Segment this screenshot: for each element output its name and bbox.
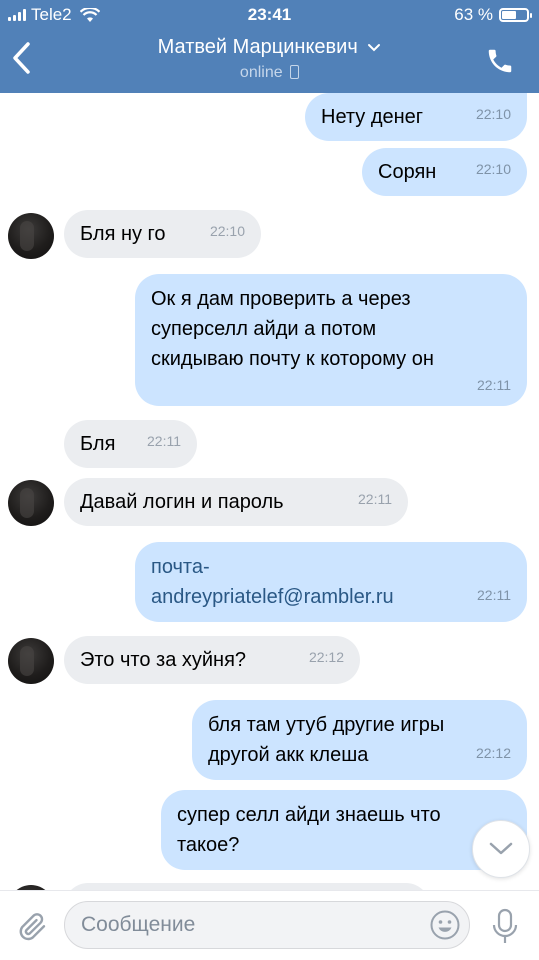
message-bubble[interactable]: Это что за хуйня? 22:12 [64,636,360,684]
message-text: Это что за хуйня? [80,649,247,671]
message-text: Бля [80,433,116,455]
message-outgoing[interactable]: Ок я дам проверить а через суперселл айд… [135,274,527,406]
message-bubble[interactable]: Бля ну го 22:10 [64,210,261,258]
message-text: супер селл айди знаешь что такое? [177,804,441,856]
message-text: Давай логин и пароль [80,491,284,513]
message-time: 22:12 [475,745,511,761]
message-outgoing[interactable]: почта- andreypriatelef@rambler.ru 22:11 [135,542,527,622]
message-outgoing[interactable]: Нету денег 22:10 [305,93,527,141]
contact-name: Матвей Марцинкевич [157,36,358,58]
message-bubble[interactable]: почта- andreypriatelef@rambler.ru 22:11 [135,542,527,622]
message-time: 22:10 [475,106,511,122]
message-incoming[interactable]: Давай логин и пароль 22:11 [64,478,408,526]
message-outgoing[interactable]: супер селл айди знаешь что такое? [161,790,527,870]
message-incoming[interactable]: Это что за хуйня? 22:12 [64,636,360,684]
call-button[interactable] [485,46,515,76]
battery-icon [499,8,532,22]
message-time: 22:10 [209,223,245,239]
attach-button[interactable] [14,909,50,945]
message-outgoing[interactable]: бля там утуб другие игры другой акк клеш… [192,700,527,780]
avatar[interactable] [8,480,54,526]
message-list[interactable]: Нету денег 22:10 Сорян 22:10 Бля ну го 2… [0,93,539,890]
message-time: 22:11 [147,433,181,449]
message-time: 22:11 [358,491,392,507]
message-time: 22:10 [475,161,511,177]
status-right: 63 % [454,5,532,25]
message-link[interactable]: почта- andreypriatelef@rambler.ru [151,556,394,608]
contact-status-row: online [0,64,539,82]
chat-title-area[interactable]: Матвей Марцинкевич online [0,36,539,82]
smile-icon [430,910,460,940]
mobile-icon [290,65,300,79]
message-incoming[interactable]: Бля 22:11 [64,420,197,468]
message-text: Сорян [378,161,437,183]
message-bubble[interactable]: супер селл айди знаешь что такое? [161,790,527,870]
chevron-down-icon [489,842,513,855]
microphone-icon [492,908,518,943]
message-text: бля там утуб другие игры другой акк клеш… [208,714,445,766]
message-incoming-partial[interactable] [64,883,430,890]
contact-name-row[interactable]: Матвей Марцинкевич [0,36,539,59]
avatar[interactable] [8,638,54,684]
message-composer [0,890,539,960]
message-text: Нету денег [321,106,424,128]
message-bubble[interactable]: Бля 22:11 [64,420,197,468]
message-bubble[interactable]: Ок я дам проверить а через суперселл айд… [135,274,527,406]
scroll-to-bottom-button[interactable] [472,820,530,878]
status-bar: Tele2 23:41 63 % [0,0,539,30]
message-time: 22:11 [477,587,511,603]
message-time: 22:11 [477,377,511,393]
battery-percent: 63 % [454,5,493,24]
app-header: Tele2 23:41 63 % Матвей Марцинкевич onli… [0,0,539,93]
contact-status: online [239,64,283,81]
message-bubble[interactable]: бля там утуб другие игры другой акк клеш… [192,700,527,780]
message-bubble[interactable]: Сорян 22:10 [362,148,527,196]
message-time: 22:12 [308,649,344,665]
message-incoming[interactable]: Бля ну го 22:10 [64,210,261,258]
message-bubble[interactable]: Нету денег 22:10 [305,93,527,141]
message-bubble[interactable] [64,883,430,890]
voice-message-button[interactable] [490,907,520,947]
avatar[interactable] [8,213,54,259]
emoji-button[interactable] [429,909,461,941]
message-text: Бля ну го [80,223,166,245]
phone-icon [488,49,512,73]
message-bubble[interactable]: Давай логин и пароль 22:11 [64,478,408,526]
chevron-down-icon [368,43,381,52]
paperclip-icon [19,913,46,941]
message-outgoing[interactable]: Сорян 22:10 [362,148,527,196]
message-text: Ок я дам проверить а через суперселл айд… [151,288,434,370]
message-input[interactable] [81,902,421,948]
message-input-box[interactable] [64,901,470,949]
